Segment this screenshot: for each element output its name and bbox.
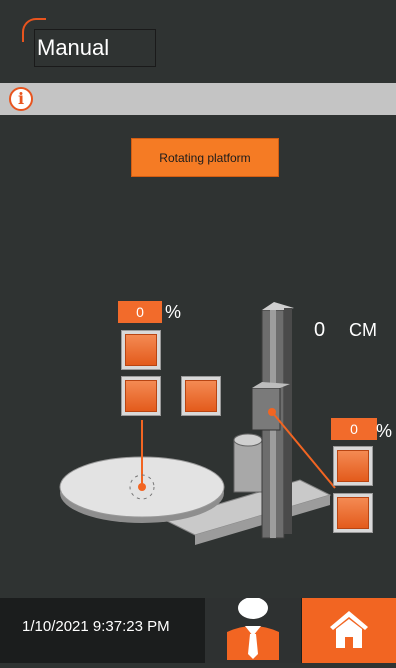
info-icon[interactable]: i bbox=[9, 87, 33, 111]
carriage-down-icon bbox=[337, 497, 369, 529]
datetime-display: 1/10/2021 9:37:23 PM bbox=[22, 618, 170, 635]
half-rotation-icon bbox=[185, 380, 217, 412]
platform-speed-unit: % bbox=[165, 302, 182, 322]
home-icon bbox=[330, 611, 368, 648]
carriage-speed-unit: % bbox=[376, 421, 393, 441]
platform-home-position-button[interactable] bbox=[181, 376, 221, 416]
platform-rotate-cw-button[interactable] bbox=[121, 376, 161, 416]
platform-speed-value[interactable]: 0 bbox=[118, 301, 162, 323]
carriage-dot bbox=[268, 408, 276, 416]
film-roll bbox=[233, 439, 263, 493]
carriage-down-button[interactable] bbox=[333, 493, 373, 533]
user-button[interactable] bbox=[205, 597, 301, 663]
tower-height-value: 0 bbox=[314, 319, 326, 341]
home-button[interactable] bbox=[302, 598, 396, 663]
mast-side bbox=[284, 308, 292, 534]
film-roll-top bbox=[233, 433, 263, 447]
rotate-cw-icon bbox=[125, 380, 157, 412]
rotate-ccw-icon bbox=[125, 334, 157, 366]
operator-icon bbox=[227, 597, 279, 660]
carriage-up-icon bbox=[337, 450, 369, 482]
tower-height-unit: CM bbox=[349, 320, 377, 340]
platform-center-dot bbox=[138, 483, 146, 491]
carriage-up-button[interactable] bbox=[333, 446, 373, 486]
platform-rotate-ccw-button[interactable] bbox=[121, 330, 161, 370]
carriage-speed-value[interactable]: 0 bbox=[331, 418, 377, 440]
carriage bbox=[251, 387, 281, 431]
rotating-platform-button[interactable]: Rotating platform bbox=[131, 138, 279, 177]
info-bar bbox=[0, 83, 396, 115]
page-title: Manual bbox=[34, 29, 156, 67]
